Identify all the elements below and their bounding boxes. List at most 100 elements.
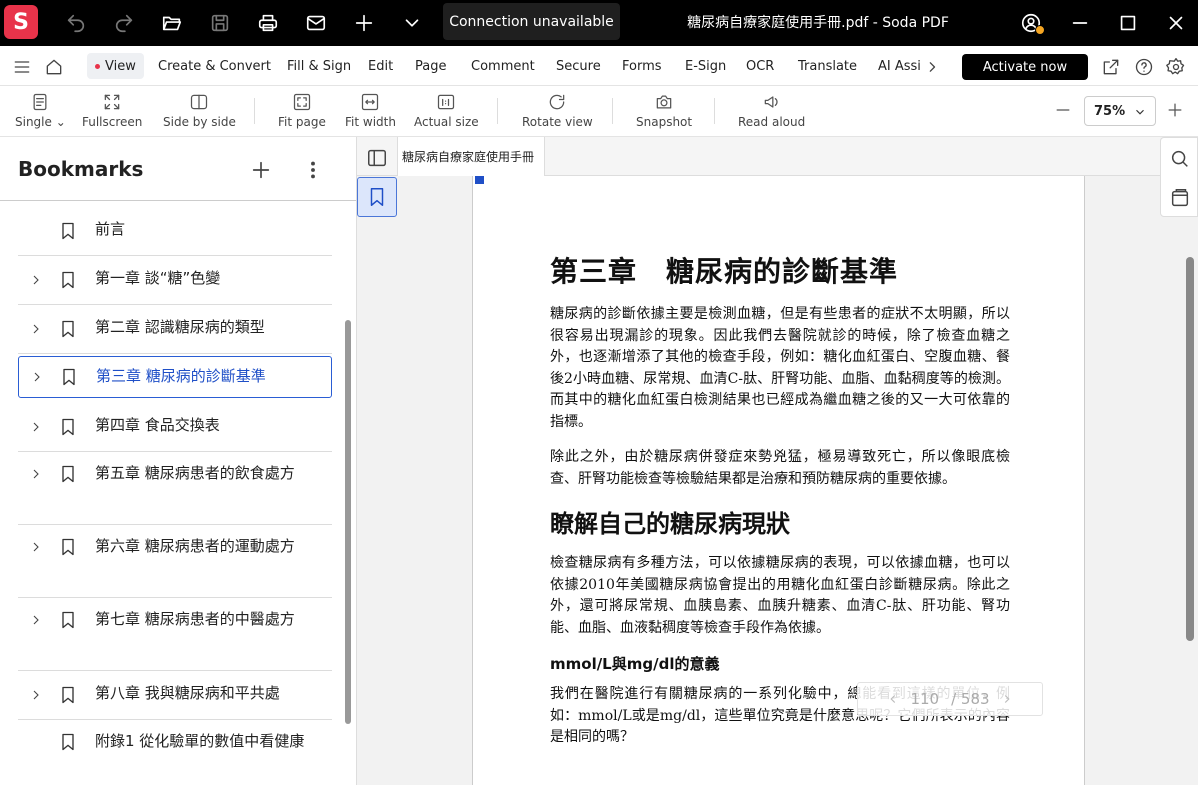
menu-secure[interactable]: Secure <box>556 53 601 79</box>
minimize-icon[interactable] <box>1065 8 1095 38</box>
menu-create-convert[interactable]: Create & Convert <box>158 53 271 79</box>
bookmarks-panel: Bookmarks 前言 第一章 談“糖”色變 第二章 認識糖尿病的類型 第三章… <box>0 137 357 785</box>
bookmark-item-selected[interactable]: 第三章 糖尿病的診斷基準 <box>18 356 332 398</box>
mail-icon[interactable] <box>301 8 331 38</box>
hamburger-menu-icon[interactable] <box>10 55 34 79</box>
current-page-number[interactable]: 110 <box>910 690 939 708</box>
fit-page-button[interactable]: Fit page <box>278 92 326 132</box>
menu-fill-sign[interactable]: Fill & Sign <box>287 53 351 79</box>
zoom-out-button[interactable] <box>1053 100 1073 140</box>
add-bookmark-button[interactable] <box>246 155 276 185</box>
bookmark-item[interactable]: 附錄1 從化驗單的數值中看健康 <box>18 720 332 785</box>
new-tab-plus-icon[interactable] <box>349 8 379 38</box>
page-navigator: 110 / 583 <box>857 682 1043 716</box>
bookmark-item[interactable]: 第五章 糖尿病患者的飲食處方 <box>18 452 332 525</box>
connection-status-banner: Connection unavailable <box>443 3 620 40</box>
thumbnails-icon[interactable] <box>1169 187 1191 209</box>
window-title: 糖尿病自療家庭使用手冊.pdf - Soda PDF <box>687 15 949 31</box>
app-logo: S <box>4 5 38 39</box>
side-by-side-button[interactable]: Side by side <box>163 92 236 132</box>
document-scrollbar[interactable] <box>1186 257 1194 641</box>
save-icon[interactable] <box>205 8 235 38</box>
fit-page-icon <box>293 93 311 111</box>
bookmark-item[interactable]: 第二章 認識糖尿病的類型 <box>18 305 332 354</box>
megaphone-icon <box>764 96 778 108</box>
redo-icon[interactable] <box>109 8 139 38</box>
menu-view[interactable]: View <box>87 53 144 79</box>
bookmark-item[interactable]: 第七章 糖尿病患者的中醫處方 <box>18 598 332 671</box>
share-icon[interactable] <box>1099 55 1123 79</box>
zoom-select[interactable]: 75% <box>1084 96 1156 126</box>
fullscreen-button[interactable]: Fullscreen <box>82 92 142 132</box>
bookmark-item[interactable]: 第六章 糖尿病患者的運動處方 <box>18 525 332 598</box>
active-dot <box>95 63 100 69</box>
fullscreen-icon <box>104 94 120 110</box>
menu-edit[interactable]: Edit <box>368 53 393 79</box>
menu-comment[interactable]: Comment <box>471 53 535 79</box>
total-pages: / 583 <box>951 690 990 708</box>
side-by-side-icon <box>191 94 208 110</box>
document-tab[interactable]: 糖尿病自療家庭使用手冊 <box>397 137 545 176</box>
fit-width-button[interactable]: Fit width <box>345 92 396 132</box>
close-icon[interactable] <box>1161 8 1191 38</box>
toolbar-divider <box>497 98 498 124</box>
bookmarks-scrollbar[interactable] <box>345 320 351 724</box>
open-folder-icon[interactable] <box>157 8 187 38</box>
help-icon[interactable] <box>1132 55 1156 79</box>
settings-gear-icon[interactable] <box>1164 55 1188 79</box>
menu-ocr[interactable]: OCR <box>746 53 774 79</box>
chevron-right-icon[interactable] <box>28 687 44 703</box>
actual-size-icon <box>438 94 455 110</box>
bookmark-icon <box>58 464 78 484</box>
bookmark-item[interactable]: 前言 <box>18 207 332 256</box>
menu-esign[interactable]: E-Sign <box>685 53 726 79</box>
next-page-icon[interactable] <box>1000 692 1014 706</box>
home-icon[interactable] <box>42 55 66 79</box>
zoom-in-button[interactable] <box>1165 100 1185 140</box>
activate-now-button[interactable]: Activate now <box>962 54 1088 80</box>
toolbar-divider <box>714 98 715 124</box>
camera-icon <box>656 95 672 109</box>
right-tool-rail <box>1160 137 1198 217</box>
search-icon[interactable] <box>1169 148 1191 170</box>
toggle-panel-icon[interactable] <box>366 147 388 169</box>
single-view-button[interactable]: Single ⌄ <box>15 92 66 132</box>
paragraph: 除此之外，由於糖尿病併發症來勢兇猛，極易導致死亡，所以像眼底檢查、肝腎功能檢查等… <box>550 449 1010 487</box>
maximize-icon[interactable] <box>1113 8 1143 38</box>
previous-page-icon[interactable] <box>886 692 900 706</box>
document-tab-strip: 糖尿病自療家庭使用手冊 <box>357 137 1160 176</box>
chevron-right-icon[interactable] <box>28 466 44 482</box>
read-aloud-button[interactable]: Read aloud <box>738 92 805 132</box>
bookmark-item[interactable]: 第一章 談“糖”色變 <box>18 256 332 305</box>
more-options-icon[interactable] <box>298 155 328 185</box>
bookmark-marker <box>475 176 484 184</box>
menu-page[interactable]: Page <box>415 53 446 79</box>
menu-forms[interactable]: Forms <box>622 53 662 79</box>
chevron-right-icon[interactable] <box>29 369 45 385</box>
chevron-right-icon[interactable] <box>920 55 944 79</box>
document-viewer: 糖尿病自療家庭使用手冊 第三章 糖尿病的診斷基準 糖尿病的診斷依據主要是檢測血糖… <box>357 137 1198 785</box>
rotate-icon <box>550 94 565 110</box>
print-icon[interactable] <box>253 8 283 38</box>
bookmark-item[interactable]: 第八章 我與糖尿病和平共處 <box>18 671 332 720</box>
menu-translate[interactable]: Translate <box>798 53 857 79</box>
chevron-right-icon[interactable] <box>28 539 44 555</box>
chevron-right-icon[interactable] <box>28 272 44 288</box>
undo-icon[interactable] <box>61 8 91 38</box>
snapshot-button[interactable]: Snapshot <box>636 92 692 132</box>
minus-icon <box>1056 109 1070 111</box>
bookmark-icon <box>58 685 78 705</box>
bookmark-icon <box>58 732 78 752</box>
chevron-right-icon[interactable] <box>28 612 44 628</box>
chevron-right-icon[interactable] <box>28 419 44 435</box>
rotate-view-button[interactable]: Rotate view <box>522 92 593 132</box>
bookmark-item[interactable]: 第四章 食品交換表 <box>18 403 332 452</box>
bookmarks-panel-button[interactable] <box>357 177 397 217</box>
menu-ai-assistant[interactable]: AI Assis <box>878 53 920 79</box>
chapter-heading: 第三章 糖尿病的診斷基準 <box>550 255 899 288</box>
fit-width-icon <box>362 93 379 111</box>
actual-size-button[interactable]: Actual size <box>414 92 479 132</box>
chevron-down-icon <box>1136 109 1144 115</box>
chevron-right-icon[interactable] <box>28 321 44 337</box>
chevron-down-icon[interactable] <box>397 8 427 38</box>
